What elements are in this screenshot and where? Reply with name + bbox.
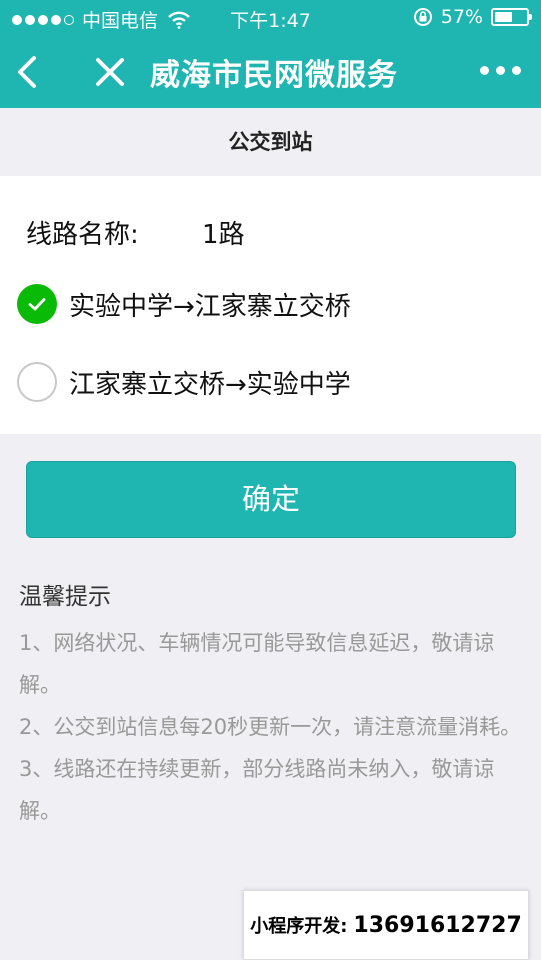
more-icon[interactable] <box>480 66 521 75</box>
back-icon[interactable] <box>12 52 46 92</box>
route-label: 线路名称: <box>26 220 139 250</box>
route-value: 1路 <box>202 220 245 250</box>
developer-phone: 13691612727 <box>353 912 522 938</box>
direction-label: 江家寨立交桥→实验中学 <box>69 369 351 400</box>
confirm-button[interactable]: 确定 <box>26 461 516 538</box>
close-icon[interactable] <box>92 54 128 90</box>
rotation-lock-icon <box>413 8 432 26</box>
tips-title: 温馨提示 <box>19 584 111 610</box>
status-right: 57% <box>413 6 532 28</box>
radio-unchecked-icon[interactable] <box>17 362 57 402</box>
route-card: 线路名称: 1路 实验中学→江家寨立交桥 江家寨立交桥→实验中学 <box>0 176 541 434</box>
direction-label: 实验中学→江家寨立交桥 <box>69 291 351 322</box>
page-title: 公交到站 <box>0 108 541 176</box>
developer-label: 小程序开发: <box>250 916 348 937</box>
tips-list: 1、网络状况、车辆情况可能导致信息延迟，敬请谅解。 2、公交到站信息每20秒更新… <box>19 622 524 832</box>
route-row: 线路名称: 1路 <box>26 214 245 251</box>
nav-bar: 威海市民网微服务 <box>0 36 541 108</box>
battery-percent: 57% <box>440 6 483 28</box>
status-bar: 中国电信 下午1:47 57% <box>0 0 541 36</box>
battery-fill <box>495 12 512 22</box>
direction-option-1[interactable]: 实验中学→江家寨立交桥 <box>17 284 351 324</box>
direction-option-2[interactable]: 江家寨立交桥→实验中学 <box>17 362 351 402</box>
developer-badge: 小程序开发: 13691612727 <box>243 890 529 960</box>
tip-item: 2、公交到站信息每20秒更新一次，请注意流量消耗。 <box>19 715 522 739</box>
tip-item: 1、网络状况、车辆情况可能导致信息延迟，敬请谅解。 <box>19 631 495 697</box>
nav-title: 威海市民网微服务 <box>150 58 398 93</box>
battery-icon <box>491 8 532 26</box>
tip-item: 3、线路还在持续更新，部分线路尚未纳入，敬请谅解。 <box>19 757 495 823</box>
radio-checked-icon[interactable] <box>17 284 57 324</box>
